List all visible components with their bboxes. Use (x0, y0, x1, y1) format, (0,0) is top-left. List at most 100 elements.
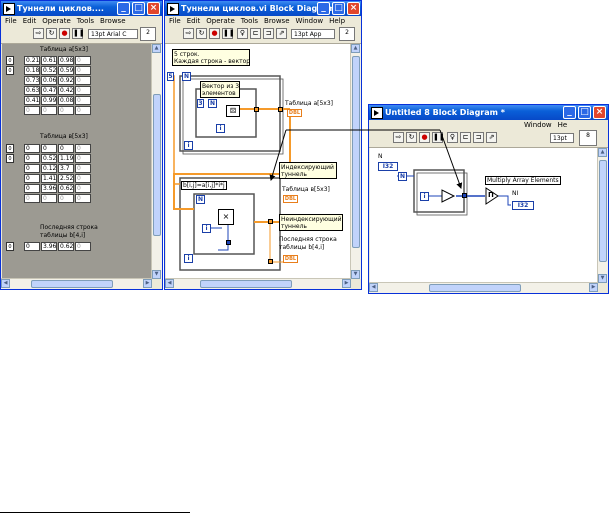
abort-icon[interactable]: ● (419, 132, 430, 143)
minimize-button[interactable]: _ (563, 106, 576, 119)
three-constant[interactable]: 3 (197, 99, 204, 108)
highlight-execution-icon[interactable]: ♀ (237, 28, 248, 39)
scroll-left-icon[interactable]: ◀ (369, 283, 378, 292)
table-b-indicator[interactable]: DBL (283, 195, 298, 203)
front-panel-vscroll[interactable]: ▲ ▼ (151, 44, 162, 279)
inner-n-terminal[interactable]: N (208, 99, 217, 108)
run-arrow-icon[interactable]: ⇨ (183, 28, 194, 39)
menu-edit[interactable]: Edit (187, 17, 201, 25)
menu-browse[interactable]: Browse (264, 17, 290, 25)
menu-browse[interactable]: Browse (100, 17, 126, 25)
run-arrow-icon[interactable]: ⇨ (393, 132, 404, 143)
pause-icon[interactable]: ❚❚ (432, 132, 445, 143)
array-cell: 0 (75, 174, 91, 183)
array-b-row-index[interactable]: 0 (6, 144, 14, 153)
step-out-icon[interactable]: ⇗ (486, 132, 497, 143)
font-selector[interactable]: 13pt (550, 133, 574, 143)
i32-indicator[interactable]: I32 (512, 201, 534, 210)
block-diagram-titlebar[interactable]: Туннели циклов.vi Block Diagram _ □ × (165, 1, 361, 16)
font-selector[interactable]: 13pt App (291, 29, 335, 39)
front-panel-titlebar[interactable]: Туннели циклов.... _ □ × (1, 1, 162, 16)
vscroll-thumb[interactable] (599, 160, 607, 262)
scroll-right-icon[interactable]: ▶ (342, 279, 351, 288)
scroll-down-icon[interactable]: ▼ (598, 274, 607, 283)
scroll-down-icon[interactable]: ▼ (351, 270, 360, 279)
maximize-button[interactable]: □ (332, 2, 345, 15)
untitled-vscroll[interactable]: ▲ ▼ (597, 148, 608, 283)
maximize-button[interactable]: □ (132, 2, 145, 15)
scroll-down-icon[interactable]: ▼ (152, 270, 161, 279)
step-into-icon[interactable]: ⊏ (460, 132, 471, 143)
minimize-button[interactable]: _ (117, 2, 130, 15)
vscroll-thumb[interactable] (153, 94, 161, 236)
loop-n-terminal[interactable]: N (398, 172, 407, 181)
multiply-node-icon[interactable]: × (218, 209, 234, 225)
block-diagram-hscroll[interactable]: ◀ ▶ (165, 278, 351, 289)
last-row-indicator[interactable]: DBL (283, 255, 298, 263)
menu-tools[interactable]: Tools (77, 17, 94, 25)
hscroll-thumb[interactable] (31, 280, 113, 288)
close-button[interactable]: × (347, 2, 360, 15)
block-diagram-vscroll[interactable]: ▲ ▼ (350, 44, 361, 279)
run-arrow-icon[interactable]: ⇨ (33, 28, 44, 39)
step-into-icon[interactable]: ⊏ (250, 28, 261, 39)
front-panel-hscroll[interactable]: ◀ ▶ (1, 278, 152, 289)
hscroll-thumb[interactable] (429, 284, 521, 292)
menu-window[interactable]: Window (296, 17, 324, 25)
pause-icon[interactable]: ❚❚ (72, 28, 85, 39)
minimize-button[interactable]: _ (317, 2, 330, 15)
close-button[interactable]: × (147, 2, 160, 15)
array-cell: 0 (75, 184, 91, 193)
array-cell: 0.42 (58, 86, 74, 95)
abort-icon[interactable]: ● (209, 28, 220, 39)
run-continuous-icon[interactable]: ↻ (46, 28, 57, 39)
i32-control[interactable]: I32 (378, 162, 398, 171)
five-constant[interactable]: 5 (167, 72, 174, 81)
scroll-right-icon[interactable]: ▶ (143, 279, 152, 288)
array-a-row-index[interactable]: 0 (6, 56, 14, 65)
step-over-icon[interactable]: ⊐ (473, 132, 484, 143)
menu-operate[interactable]: Operate (42, 17, 70, 25)
array-b-col-index[interactable]: 0 (6, 154, 14, 163)
run-continuous-icon[interactable]: ↻ (196, 28, 207, 39)
scroll-right-icon[interactable]: ▶ (589, 283, 598, 292)
array-cell: 0.41 (24, 96, 40, 105)
scroll-left-icon[interactable]: ◀ (1, 279, 10, 288)
scroll-up-icon[interactable]: ▲ (351, 44, 360, 53)
scroll-up-icon[interactable]: ▲ (598, 148, 607, 157)
pause-icon[interactable]: ❚❚ (222, 28, 235, 39)
menu-file[interactable]: File (5, 17, 17, 25)
maximize-button[interactable]: □ (578, 106, 591, 119)
indexing-note-line1: Индексирующий (281, 164, 334, 171)
loop2-n-terminal[interactable]: N (196, 195, 205, 204)
step-over-icon[interactable]: ⊐ (263, 28, 274, 39)
menu-help[interactable]: Help (329, 17, 345, 25)
scroll-up-icon[interactable]: ▲ (152, 44, 161, 53)
menu-edit[interactable]: Edit (23, 17, 37, 25)
abort-icon[interactable]: ● (59, 28, 70, 39)
run-continuous-icon[interactable]: ↻ (406, 132, 417, 143)
hscroll-thumb[interactable] (200, 280, 292, 288)
array-cell: 0 (58, 144, 74, 153)
menu-tools[interactable]: Tools (241, 17, 258, 25)
close-button[interactable]: × (593, 106, 606, 119)
table-a-indicator[interactable]: DBL (287, 109, 302, 117)
menu-operate[interactable]: Operate (206, 17, 234, 25)
block-diagram-canvas: 5 строк. Каждая строка - вектор 5 N Вект… (166, 44, 351, 279)
block-diagram-toolbar: ⇨ ↻ ● ❚❚ ♀ ⊏ ⊐ ⇗ 13pt App 2 (165, 26, 361, 44)
highlight-execution-icon[interactable]: ♀ (447, 132, 458, 143)
step-out-icon[interactable]: ⇗ (276, 28, 287, 39)
untitled-hscroll[interactable]: ◀ ▶ (369, 282, 598, 293)
font-selector[interactable]: 13pt Arial C (88, 29, 138, 39)
scroll-left-icon[interactable]: ◀ (165, 279, 174, 288)
menu-file[interactable]: File (169, 17, 181, 25)
vi-icon: 8 (579, 130, 597, 146)
vscroll-thumb[interactable] (352, 56, 360, 248)
untitled-titlebar[interactable]: Untitled 8 Block Diagram * _ □ × (369, 105, 608, 120)
outer-n-terminal[interactable]: N (182, 72, 191, 81)
last-row-index[interactable]: 0 (6, 242, 14, 251)
array-a-col-index[interactable]: 0 (6, 66, 14, 75)
random-number-icon[interactable]: ⚄ (226, 105, 240, 117)
menu-window[interactable]: Window (524, 121, 552, 129)
menu-help[interactable]: He (558, 121, 568, 129)
